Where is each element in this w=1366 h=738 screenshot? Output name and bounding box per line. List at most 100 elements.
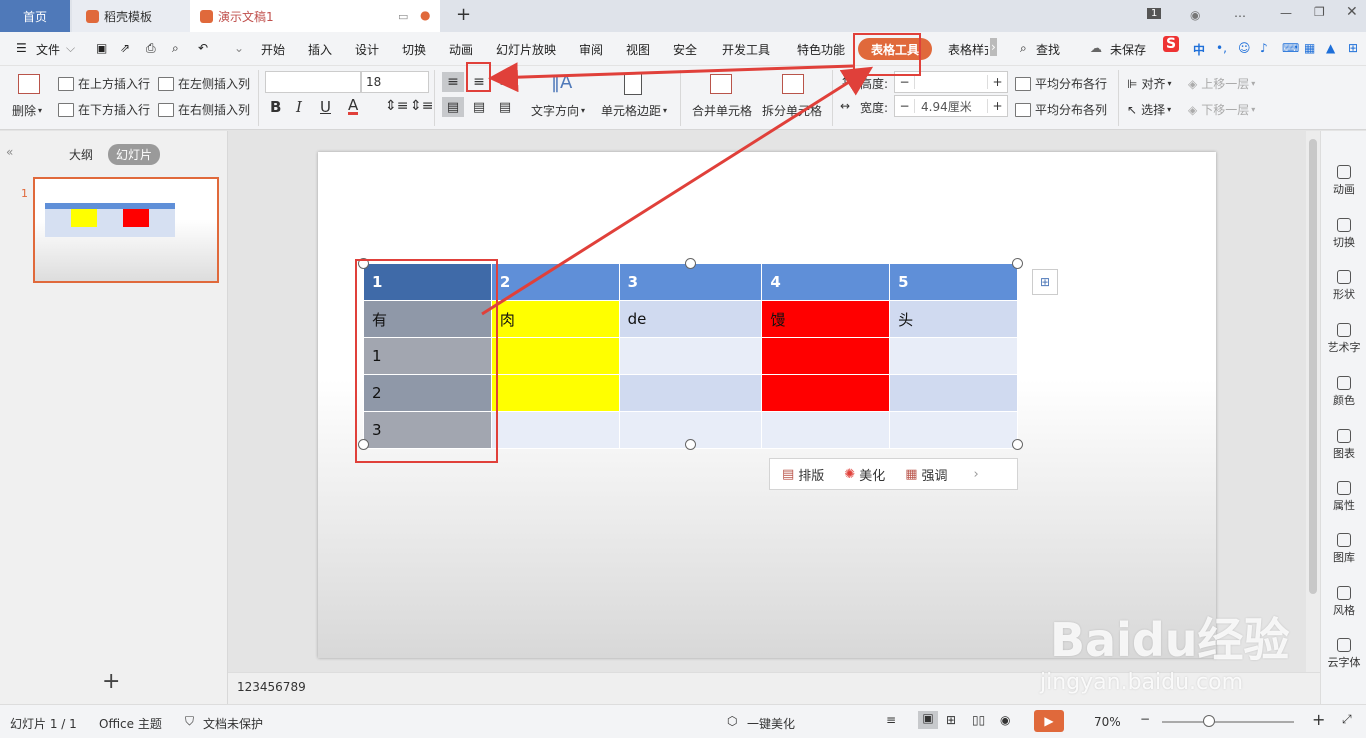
monitor-icon[interactable]: ▭	[398, 10, 408, 23]
record-icon[interactable]: ◉	[1000, 713, 1010, 727]
table-cell[interactable]	[490, 411, 620, 449]
scrollbar-thumb[interactable]	[1309, 139, 1317, 594]
minus-icon[interactable]: −	[895, 99, 915, 113]
slide-thumbnail[interactable]	[33, 177, 219, 283]
export-icon[interactable]: ⇗	[120, 41, 130, 55]
restore-icon[interactable]: ❐	[1314, 5, 1325, 19]
zoom-level[interactable]: 70%	[1094, 715, 1121, 729]
paragraph-spacing-icon[interactable]: ⇕≡	[410, 98, 433, 114]
beautify-button[interactable]: 美化	[859, 465, 885, 484]
text-direction-button[interactable]: 文字方向 ▾	[531, 102, 585, 119]
menu-animation[interactable]: 动画	[449, 41, 473, 58]
distribute-rows-button[interactable]: 平均分布各行	[1015, 75, 1107, 92]
fit-window-icon[interactable]: ⤢	[1342, 712, 1352, 727]
zoom-in-icon[interactable]: +	[1312, 710, 1325, 729]
table-cell[interactable]: 肉	[490, 300, 620, 338]
delete-button[interactable]: 删除 ▾	[12, 102, 42, 119]
table-cell[interactable]	[490, 374, 620, 412]
resize-handle[interactable]	[1012, 258, 1023, 269]
table-cell[interactable]: 5	[889, 263, 1018, 301]
cloud-font-tool[interactable]: 云字体	[1321, 638, 1366, 670]
reading-view-icon[interactable]: ▯▯	[972, 713, 985, 727]
theme-name[interactable]: Office 主题	[99, 715, 162, 732]
resize-handle[interactable]	[1012, 439, 1023, 450]
undo-icon[interactable]: ↶	[198, 41, 208, 55]
normal-view-icon[interactable]: ▣	[918, 711, 938, 729]
vertical-scrollbar[interactable]	[1306, 131, 1320, 672]
table-cell[interactable]	[761, 411, 891, 449]
menu-transition[interactable]: 切换	[402, 41, 426, 58]
insert-col-right-button[interactable]: 在右侧插入列	[158, 101, 250, 118]
send-backward-button[interactable]: ◈ 下移一层 ▾	[1188, 101, 1255, 118]
tab-home[interactable]: 首页	[0, 0, 70, 32]
bring-forward-button[interactable]: ◈ 上移一层 ▾	[1188, 75, 1255, 92]
menu-insert[interactable]: 插入	[308, 41, 332, 58]
split-cells-icon[interactable]	[782, 74, 804, 94]
valign-bottom-icon[interactable]: ▤	[494, 97, 516, 117]
table-cell[interactable]	[889, 411, 1018, 449]
table-cell[interactable]: 头	[889, 300, 1018, 338]
menu-design[interactable]: 设计	[355, 41, 379, 58]
skin-icon[interactable]: ▲	[1326, 41, 1335, 55]
keyboard-icon[interactable]: ⌨	[1282, 41, 1299, 55]
collapse-panel-icon[interactable]: «	[6, 145, 13, 159]
property-tool[interactable]: 属性	[1321, 481, 1366, 513]
resize-handle[interactable]	[685, 439, 696, 450]
width-input[interactable]: − 4.94厘米 +	[894, 95, 1008, 117]
color-tool[interactable]: 颜色	[1321, 376, 1366, 408]
insert-row-above-button[interactable]: 在上方插入行	[58, 75, 150, 92]
menu-security[interactable]: 安全	[673, 41, 697, 58]
align-left-icon[interactable]: ≡	[442, 72, 464, 92]
delete-table-icon[interactable]	[18, 74, 40, 94]
table-cell[interactable]: 4	[761, 263, 891, 301]
table-cell[interactable]	[618, 337, 763, 375]
sorter-view-icon[interactable]: ⊞	[946, 713, 956, 727]
shape-tool[interactable]: 形状	[1321, 270, 1366, 302]
plus-icon[interactable]: +	[987, 75, 1007, 89]
bold-icon[interactable]: B	[270, 98, 281, 116]
insert-col-left-button[interactable]: 在左侧插入列	[158, 75, 250, 92]
zoom-out-icon[interactable]: −	[1140, 712, 1150, 726]
table-cell[interactable]	[490, 337, 620, 375]
transition-tool[interactable]: 切换	[1321, 218, 1366, 250]
chevron-right-icon[interactable]: ›	[974, 467, 979, 482]
table-cell[interactable]: de	[618, 300, 763, 338]
gallery-tool[interactable]: 图库	[1321, 533, 1366, 565]
cell-margin-icon[interactable]	[624, 73, 642, 95]
search-icon[interactable]: ⌕	[1020, 41, 1027, 56]
hamburger-icon[interactable]: ☰	[16, 41, 27, 55]
animation-tool[interactable]: 动画	[1321, 165, 1366, 197]
valign-top-icon[interactable]: ▤	[442, 97, 464, 117]
table-cell[interactable]: 3	[618, 263, 763, 301]
table-cell[interactable]	[761, 337, 891, 375]
emphasize-button[interactable]: 强调	[922, 465, 948, 484]
cell-margin-button[interactable]: 单元格边距 ▾	[601, 102, 667, 119]
select-button[interactable]: ↖ 选择 ▾	[1127, 101, 1171, 118]
chevron-right-icon[interactable]: ›	[990, 38, 997, 56]
menu-find[interactable]: 查找	[1036, 41, 1060, 58]
layout-button[interactable]: 排版	[798, 465, 824, 484]
align-button[interactable]: ⊫ 对齐 ▾	[1127, 75, 1171, 92]
emphasize-icon[interactable]: ▦	[905, 467, 917, 482]
menu-features[interactable]: 特色功能	[797, 41, 845, 58]
wordart-tool[interactable]: 艺术字	[1321, 323, 1366, 355]
menu-file[interactable]: 文件	[36, 41, 60, 58]
font-name-select[interactable]	[265, 71, 361, 93]
protection-status[interactable]: 文档未保护	[203, 715, 263, 732]
zoom-slider[interactable]	[1162, 721, 1294, 723]
line-spacing-icon[interactable]: ⇕≡	[385, 98, 408, 114]
split-cells-button[interactable]: 拆分单元格	[762, 102, 822, 119]
menu-slideshow[interactable]: 幻灯片放映	[496, 41, 556, 58]
emoji-icon[interactable]: ☺	[1238, 41, 1251, 55]
align-right-icon[interactable]: ≡	[494, 72, 516, 92]
menu-start[interactable]: 开始	[261, 41, 285, 58]
font-color-icon[interactable]: A	[348, 98, 359, 115]
sogou-ime-icon[interactable]: S	[1163, 36, 1180, 52]
cloud-icon[interactable]: ☁	[1090, 41, 1102, 55]
table-cell[interactable]	[889, 337, 1018, 375]
window-count-badge[interactable]: 1	[1147, 8, 1162, 19]
tab-template[interactable]: 稻壳模板	[72, 0, 190, 32]
distribute-cols-button[interactable]: 平均分布各列	[1015, 101, 1107, 118]
add-slide-icon[interactable]: +	[102, 669, 120, 694]
punctuation-icon[interactable]: •,	[1216, 41, 1227, 55]
